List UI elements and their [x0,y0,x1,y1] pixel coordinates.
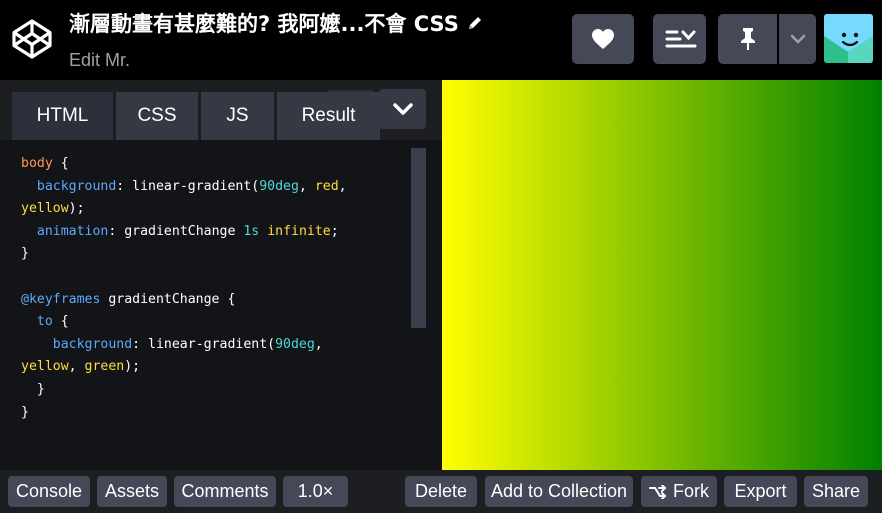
tab-js[interactable]: JS [201,92,274,140]
code-line: } [21,246,29,262]
love-button[interactable] [572,14,634,64]
code-token: : linear-gradient( [132,336,276,352]
css-property: background [36,178,117,194]
code-content[interactable]: body { background: linear-gradient(90deg… [21,153,347,424]
pin-dropdown-button[interactable] [779,14,816,64]
css-selector: body [21,156,53,171]
user-avatar[interactable] [824,14,873,63]
pencil-icon[interactable] [467,15,483,31]
change-view-button[interactable] [653,14,706,64]
css-property: background [52,336,133,352]
css-selector: to [36,314,53,330]
pen-title[interactable]: 漸層動畫有甚麼難的? 我阿嬤...不會 CSS [69,8,459,38]
code-token: } [36,381,45,397]
code-keyword: yellow [21,359,69,375]
header: 漸層動畫有甚麼難的? 我阿嬤...不會 CSS Edit Mr. [0,0,882,80]
code-line: @keyframes gradientChange { [21,292,235,307]
chevron-down-icon [790,34,805,44]
export-button[interactable]: Export [724,476,797,507]
codepen-cube-icon[interactable] [10,17,54,61]
editor-panel: HTML CSS JS Result body { background: li… [0,80,442,470]
pin-button[interactable] [718,14,777,64]
code-token: , [338,178,347,194]
pen-author[interactable]: Edit Mr. [69,50,483,71]
tab-css[interactable]: CSS [116,92,198,140]
code-token: { [52,314,69,330]
code-number: 1s [243,223,260,239]
share-button[interactable]: Share [804,476,868,507]
code-token: ; [330,223,339,239]
code-token: { [52,156,69,171]
pin-icon [740,28,755,50]
code-token: , [68,359,85,375]
code-line: } [21,404,29,420]
console-button[interactable]: Console [8,476,90,507]
assets-button[interactable]: Assets [97,476,167,507]
code-token: : gradientChange [108,223,244,239]
comments-button[interactable]: Comments [174,476,276,507]
title-block: 漸層動畫有甚麼難的? 我阿嬤...不會 CSS Edit Mr. [69,8,483,71]
code-keyword: infinite [267,223,331,239]
fork-button[interactable]: Fork [641,476,717,507]
fork-icon [649,484,667,499]
avatar-face-icon [824,14,873,63]
editor-settings-button[interactable] [379,89,426,129]
css-property: animation [36,223,109,239]
code-keyword: yellow [21,201,69,217]
code-editor[interactable]: body { background: linear-gradient(90deg… [0,140,442,470]
code-line: } [21,382,45,397]
code-keyword: red [314,178,339,194]
layout-icon [665,30,696,48]
code-token: ); [124,359,141,375]
chevron-down-icon [392,103,413,115]
footer-bar: Console Assets Comments 1.0× Delete Add … [0,470,882,513]
fork-label: Fork [673,481,709,501]
code-token: , [298,178,315,194]
editor-scrollbar[interactable] [411,148,426,328]
add-to-collection-button[interactable]: Add to Collection [485,476,633,507]
code-line: animation: gradientChange 1s infinite; [21,224,339,239]
pen-title-row[interactable]: 漸層動畫有甚麼難的? 我阿嬤...不會 CSS [69,8,483,38]
code-line: to { [21,314,69,329]
tab-html[interactable]: HTML [12,92,113,140]
code-token: : linear-gradient( [116,178,260,194]
code-token: , [314,336,323,352]
code-number: 90deg [275,336,315,352]
code-keyword: green [84,359,125,375]
delete-button[interactable]: Delete [405,476,477,507]
code-line: yellow); [21,201,85,216]
code-line: body { [21,156,69,171]
code-number: 90deg [259,178,299,194]
tab-result[interactable]: Result [277,92,380,140]
editor-tabs: HTML CSS JS Result [0,80,442,140]
code-token: ); [68,201,85,217]
code-line: background: linear-gradient(90deg, [21,337,323,352]
zoom-button[interactable]: 1.0× [283,476,348,507]
result-preview[interactable] [442,80,882,470]
css-at-rule: @keyframes [21,291,101,307]
code-line: yellow, green); [21,359,140,374]
code-token: gradientChange { [100,291,236,307]
heart-icon [592,29,614,49]
code-line: background: linear-gradient(90deg, red, [21,179,347,194]
